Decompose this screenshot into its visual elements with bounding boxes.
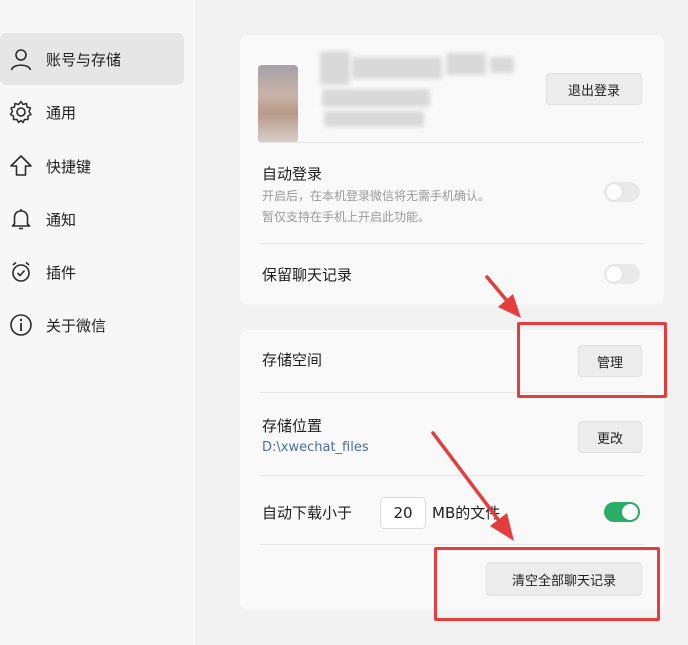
annotation-arrows xyxy=(431,275,521,541)
arrow-to-clear xyxy=(431,431,514,541)
arrow-to-manage xyxy=(485,275,521,318)
